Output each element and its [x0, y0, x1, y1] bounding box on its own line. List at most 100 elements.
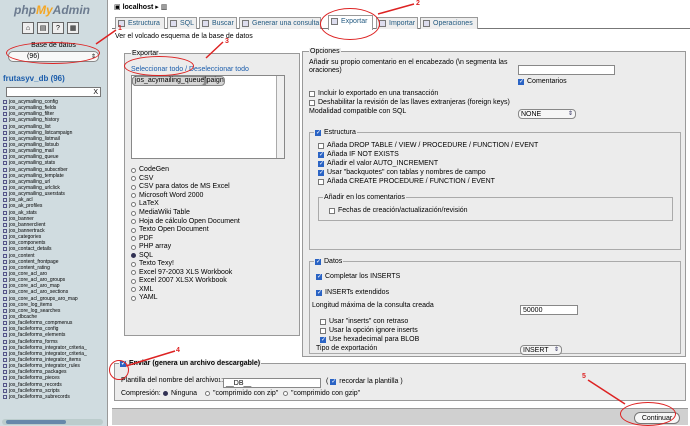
compression-zip-radio[interactable] — [205, 391, 210, 396]
select-all-link[interactable]: Seleccionar todo — [131, 66, 183, 73]
table-name[interactable]: jos_bannerclient — [9, 222, 45, 228]
format-option[interactable]: MediaWiki Table — [131, 209, 296, 218]
table-icon[interactable] — [3, 333, 7, 338]
table-name[interactable]: jos_components — [9, 240, 45, 246]
structure-option[interactable]: Añada DROP TABLE / VIEW / PROCEDURE / FU… — [318, 142, 538, 149]
table-icon[interactable] — [3, 179, 7, 184]
compat-select[interactable]: NONE ⇕ — [518, 109, 576, 119]
table-name[interactable]: jos_facileforms_integrator_criteria_ — [9, 351, 87, 357]
table-icon[interactable] — [3, 388, 7, 393]
help-icon[interactable]: ? — [52, 22, 64, 34]
table-icon[interactable] — [3, 382, 7, 387]
comment-input[interactable] — [518, 65, 615, 75]
format-option[interactable]: CodeGen — [131, 166, 296, 175]
table-name[interactable]: jos_acymailing_url — [9, 179, 50, 185]
table-name[interactable]: jos_acymailing_history — [9, 117, 59, 123]
structure-option-checkbox[interactable] — [318, 169, 324, 176]
format-radio[interactable] — [131, 253, 136, 259]
export-table-select[interactable]: jos_acymailing_configjos_acymailing_fiel… — [131, 75, 285, 159]
table-icon[interactable] — [3, 222, 7, 227]
format-radio[interactable] — [131, 278, 136, 284]
scrollbar-thumb[interactable] — [6, 420, 66, 424]
table-icon[interactable] — [3, 136, 7, 141]
format-radio[interactable] — [131, 184, 136, 190]
table-name[interactable]: jos_facileforms_config — [9, 326, 58, 332]
format-option[interactable]: Hoja de cálculo Open Document — [131, 217, 296, 226]
format-option[interactable]: YAML — [131, 294, 296, 303]
format-option[interactable]: CSV — [131, 175, 296, 184]
table-name[interactable]: jos_content_frontpage — [9, 259, 58, 265]
table-name[interactable]: jos_core_acl_aro_groups — [9, 277, 65, 283]
table-icon[interactable] — [3, 130, 7, 135]
format-option[interactable]: CSV para datos de MS Excel — [131, 183, 296, 192]
remember-option[interactable]: ( recordar la plantilla ) — [326, 378, 403, 386]
table-icon[interactable] — [3, 186, 7, 191]
complete-inserts-option[interactable]: Completar los INSERTS — [316, 273, 400, 280]
clear-filter-icon[interactable]: X — [93, 89, 98, 96]
table-icon[interactable] — [3, 296, 7, 301]
template-input[interactable]: __DB__ — [223, 378, 321, 388]
sql-query-icon[interactable]: ▤ — [37, 22, 49, 34]
table-icon[interactable] — [3, 204, 7, 209]
table-icon[interactable] — [3, 265, 7, 270]
compression-gzip-option[interactable]: "comprimido con gzip" — [283, 390, 360, 397]
table-name[interactable]: jos_acymailing_urlclick — [9, 185, 60, 191]
table-name[interactable]: jos_acymailing_listcampaign — [9, 130, 72, 136]
table-icon[interactable] — [3, 198, 7, 203]
table-icon[interactable] — [3, 155, 7, 160]
table-name[interactable]: jos_acymailing_filter — [9, 111, 54, 117]
table-filter-input[interactable]: X — [6, 87, 101, 97]
hex-option[interactable]: Use hexadecimal para BLOB — [320, 336, 419, 343]
table-icon[interactable] — [3, 394, 7, 399]
dates-checkbox[interactable] — [329, 207, 335, 214]
dates-option[interactable]: Fechas de creación/actualización/revisió… — [329, 207, 468, 214]
tab-buscar[interactable]: Buscar — [199, 17, 237, 29]
table-name[interactable]: jos_acymailing_mail — [9, 148, 54, 154]
hex-checkbox[interactable] — [320, 336, 326, 343]
table-icon[interactable] — [3, 357, 7, 362]
sidebar-table-item[interactable]: jos_facileforms_subrecords — [3, 394, 107, 400]
ignore-option[interactable]: Usar la opción ignore inserts — [320, 327, 418, 334]
table-icon[interactable] — [3, 321, 7, 326]
format-radio[interactable] — [131, 244, 136, 250]
table-name[interactable]: jos_ak_acl — [9, 197, 33, 203]
format-radio[interactable] — [131, 193, 136, 199]
data-legend[interactable]: Datos — [314, 258, 344, 265]
table-name[interactable]: jos_bannertrack — [9, 228, 45, 234]
table-icon[interactable] — [3, 173, 7, 178]
table-name[interactable]: jos_acymailing_stats — [9, 160, 55, 166]
table-icon[interactable] — [3, 167, 7, 172]
table-icon[interactable] — [3, 284, 7, 289]
table-name[interactable]: jos_content — [9, 253, 35, 259]
format-radio[interactable] — [131, 270, 136, 276]
home-icon[interactable]: ⌂ — [22, 22, 34, 34]
structure-option-checkbox[interactable] — [318, 178, 324, 185]
compression-zip-option[interactable]: "comprimido con zip" — [205, 390, 278, 397]
table-icon[interactable] — [3, 308, 7, 313]
comments-option[interactable]: Comentarios — [518, 78, 567, 85]
format-radio[interactable] — [131, 167, 136, 173]
table-icon[interactable] — [3, 149, 7, 154]
export-table-option[interactable]: jos_acymailing_queue — [132, 76, 206, 86]
table-icon[interactable] — [3, 376, 7, 381]
structure-option[interactable]: Añada IF NOT EXISTS — [318, 151, 399, 158]
data-checkbox[interactable] — [315, 258, 321, 265]
complete-inserts-checkbox[interactable] — [316, 273, 322, 280]
structure-option[interactable]: Usar "backquotes" con tablas y nombres d… — [318, 169, 486, 176]
table-icon[interactable] — [3, 345, 7, 350]
table-name[interactable]: jos_core_acl_groups_aro_map — [9, 296, 78, 302]
table-name[interactable]: jos_ak_profiles — [9, 203, 42, 209]
table-name[interactable]: jos_acymailing_listmail — [9, 136, 60, 142]
format-option[interactable]: Texto Texy! — [131, 260, 296, 269]
breadcrumb-server[interactable]: localhost — [123, 4, 154, 11]
table-name[interactable]: jos_facileforms_packages — [9, 369, 67, 375]
table-name[interactable]: jos_acymailing_listsub — [9, 142, 59, 148]
table-icon[interactable] — [3, 112, 7, 117]
tab-generar-consulta[interactable]: Generar una consulta — [239, 17, 321, 29]
table-icon[interactable] — [3, 161, 7, 166]
table-name[interactable]: jos_core_log_items — [9, 302, 52, 308]
table-name[interactable]: jos_facileforms_records — [9, 382, 62, 388]
format-option[interactable]: XML — [131, 286, 296, 295]
structure-checkbox[interactable] — [315, 129, 321, 136]
table-name[interactable]: jos_content_rating — [9, 265, 50, 271]
